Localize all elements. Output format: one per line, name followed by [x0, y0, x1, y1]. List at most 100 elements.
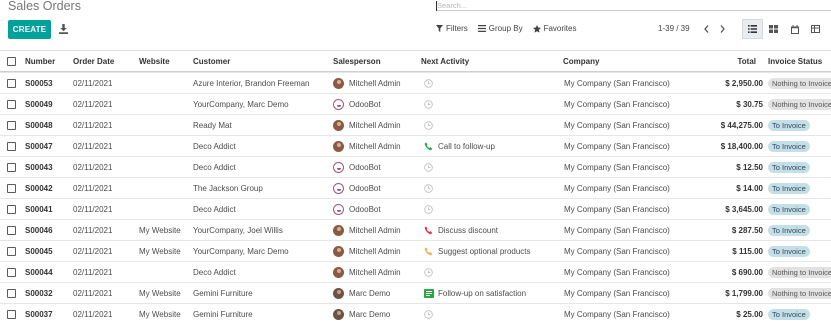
table-row[interactable]: S00053 02/11/2021 Azure Interior, Brando… — [0, 72, 831, 93]
calendar-view-icon[interactable] — [784, 19, 805, 39]
groupby-label: Group By — [488, 24, 523, 33]
order-number: S00047 — [25, 142, 53, 151]
pager-value[interactable]: 1-39 / 39 — [658, 24, 690, 33]
clock-icon[interactable] — [423, 309, 434, 320]
table-row[interactable]: S00046 02/11/2021 My Website YourCompany… — [0, 219, 831, 240]
row-checkbox[interactable] — [7, 310, 16, 319]
invoice-status-badge: To Invoice — [768, 183, 810, 194]
order-number: S00041 — [25, 205, 53, 214]
salesperson: OdooBot — [349, 205, 381, 214]
col-customer[interactable]: Customer — [193, 51, 230, 72]
pivot-view-icon[interactable] — [805, 19, 826, 39]
customer: Deco Addict — [193, 268, 236, 277]
total: $ 12.50 — [736, 163, 763, 172]
phone-icon[interactable] — [423, 225, 434, 236]
total: $ 44,275.00 — [720, 121, 763, 130]
salesperson-avatar — [333, 162, 344, 173]
table-row[interactable]: S00032 02/11/2021 My Website Gemini Furn… — [0, 282, 831, 303]
create-button[interactable]: CREATE — [8, 20, 51, 39]
table-row[interactable]: S00045 02/11/2021 My Website YourCompany… — [0, 240, 831, 261]
row-checkbox[interactable] — [7, 247, 16, 256]
clock-icon[interactable] — [423, 162, 434, 173]
total: $ 18,400.00 — [720, 142, 763, 151]
phone-icon[interactable] — [423, 141, 434, 152]
table-row[interactable]: S00043 02/11/2021 Deco Addict OdooBot My… — [0, 156, 831, 177]
search-input[interactable] — [436, 0, 831, 11]
order-number: S00046 — [25, 226, 53, 235]
filters-label: Filters — [446, 24, 468, 33]
salesperson: Mitchell Admin — [349, 121, 401, 130]
row-checkbox[interactable] — [7, 289, 16, 298]
order-date: 02/11/2021 — [73, 163, 113, 172]
row-checkbox[interactable] — [7, 142, 16, 151]
filter-icon — [436, 25, 443, 32]
company: My Company (San Francisco) — [564, 247, 670, 256]
list-view-icon[interactable] — [742, 19, 763, 39]
filters-toggle[interactable]: Filters — [436, 24, 468, 33]
customer: Gemini Furniture — [193, 310, 253, 319]
col-order-date[interactable]: Order Date — [73, 51, 114, 72]
row-checkbox[interactable] — [7, 163, 16, 172]
order-number: S00042 — [25, 184, 53, 193]
salesperson: OdooBot — [349, 184, 381, 193]
total: $ 3,645.00 — [725, 205, 763, 214]
row-checkbox[interactable] — [7, 268, 16, 277]
salesperson-avatar — [333, 99, 344, 110]
invoice-status-badge: Nothing to Invoice — [768, 99, 831, 110]
col-next-activity[interactable]: Next Activity — [421, 51, 469, 72]
total: $ 14.00 — [736, 184, 763, 193]
order-date: 02/11/2021 — [73, 142, 113, 151]
graph-view-icon[interactable] — [826, 19, 831, 39]
invoice-status-badge: To Invoice — [768, 309, 810, 320]
company: My Company (San Francisco) — [564, 142, 670, 151]
row-checkbox[interactable] — [7, 184, 16, 193]
row-checkbox[interactable] — [7, 205, 16, 214]
table-row[interactable]: S00047 02/11/2021 Deco Addict Mitchell A… — [0, 135, 831, 156]
table-row[interactable]: S00044 02/11/2021 Deco Addict Mitchell A… — [0, 261, 831, 282]
pager-next-icon[interactable] — [716, 22, 728, 36]
row-checkbox[interactable] — [7, 226, 16, 235]
total: $ 287.50 — [731, 226, 763, 235]
row-checkbox[interactable] — [7, 100, 16, 109]
col-website[interactable]: Website — [139, 51, 170, 72]
salesperson-avatar — [333, 183, 344, 194]
company: My Company (San Francisco) — [564, 226, 670, 235]
clock-icon[interactable] — [423, 78, 434, 89]
table-row[interactable]: S00037 02/11/2021 My Website Gemini Furn… — [0, 303, 831, 324]
groupby-toggle[interactable]: Group By — [477, 24, 523, 33]
table-row[interactable]: S00041 02/11/2021 Deco Addict OdooBot My… — [0, 198, 831, 219]
clock-icon[interactable] — [423, 204, 434, 215]
row-checkbox[interactable] — [7, 121, 16, 130]
clock-icon[interactable] — [423, 99, 434, 110]
col-number[interactable]: Number — [25, 51, 55, 72]
task-icon[interactable] — [423, 288, 434, 299]
salesperson-avatar — [333, 309, 344, 320]
invoice-status-badge: To Invoice — [768, 162, 810, 173]
download-icon[interactable] — [58, 23, 68, 35]
search-bar[interactable] — [436, 0, 831, 11]
col-total[interactable]: Total — [700, 51, 756, 72]
col-invoice-status[interactable]: Invoice Status — [768, 51, 822, 72]
clock-icon[interactable] — [423, 183, 434, 194]
next-activity: Call to follow-up — [438, 142, 495, 151]
order-number: S00049 — [25, 100, 53, 109]
row-checkbox[interactable] — [7, 79, 16, 88]
total: $ 115.00 — [732, 247, 763, 256]
table-row[interactable]: S00042 02/11/2021 The Jackson Group Odoo… — [0, 177, 831, 198]
select-all-checkbox[interactable] — [7, 57, 16, 66]
col-salesperson[interactable]: Salesperson — [333, 51, 381, 72]
order-date: 02/11/2021 — [73, 289, 113, 298]
table-row[interactable]: S00049 02/11/2021 YourCompany, Marc Demo… — [0, 93, 831, 114]
salesperson: OdooBot — [349, 100, 381, 109]
col-company[interactable]: Company — [563, 51, 599, 72]
clock-icon[interactable] — [423, 120, 434, 131]
clock-icon[interactable] — [423, 267, 434, 278]
phone-icon[interactable] — [423, 246, 434, 257]
company: My Company (San Francisco) — [564, 289, 670, 298]
table-row[interactable]: S00048 02/11/2021 Ready Mat Mitchell Adm… — [0, 114, 831, 135]
kanban-view-icon[interactable] — [763, 19, 784, 39]
salesperson: Mitchell Admin — [349, 226, 401, 235]
favorites-toggle[interactable]: Favorites — [532, 24, 576, 33]
customer: YourCompany, Marc Demo — [193, 100, 289, 109]
pager-previous-icon[interactable] — [700, 22, 712, 36]
